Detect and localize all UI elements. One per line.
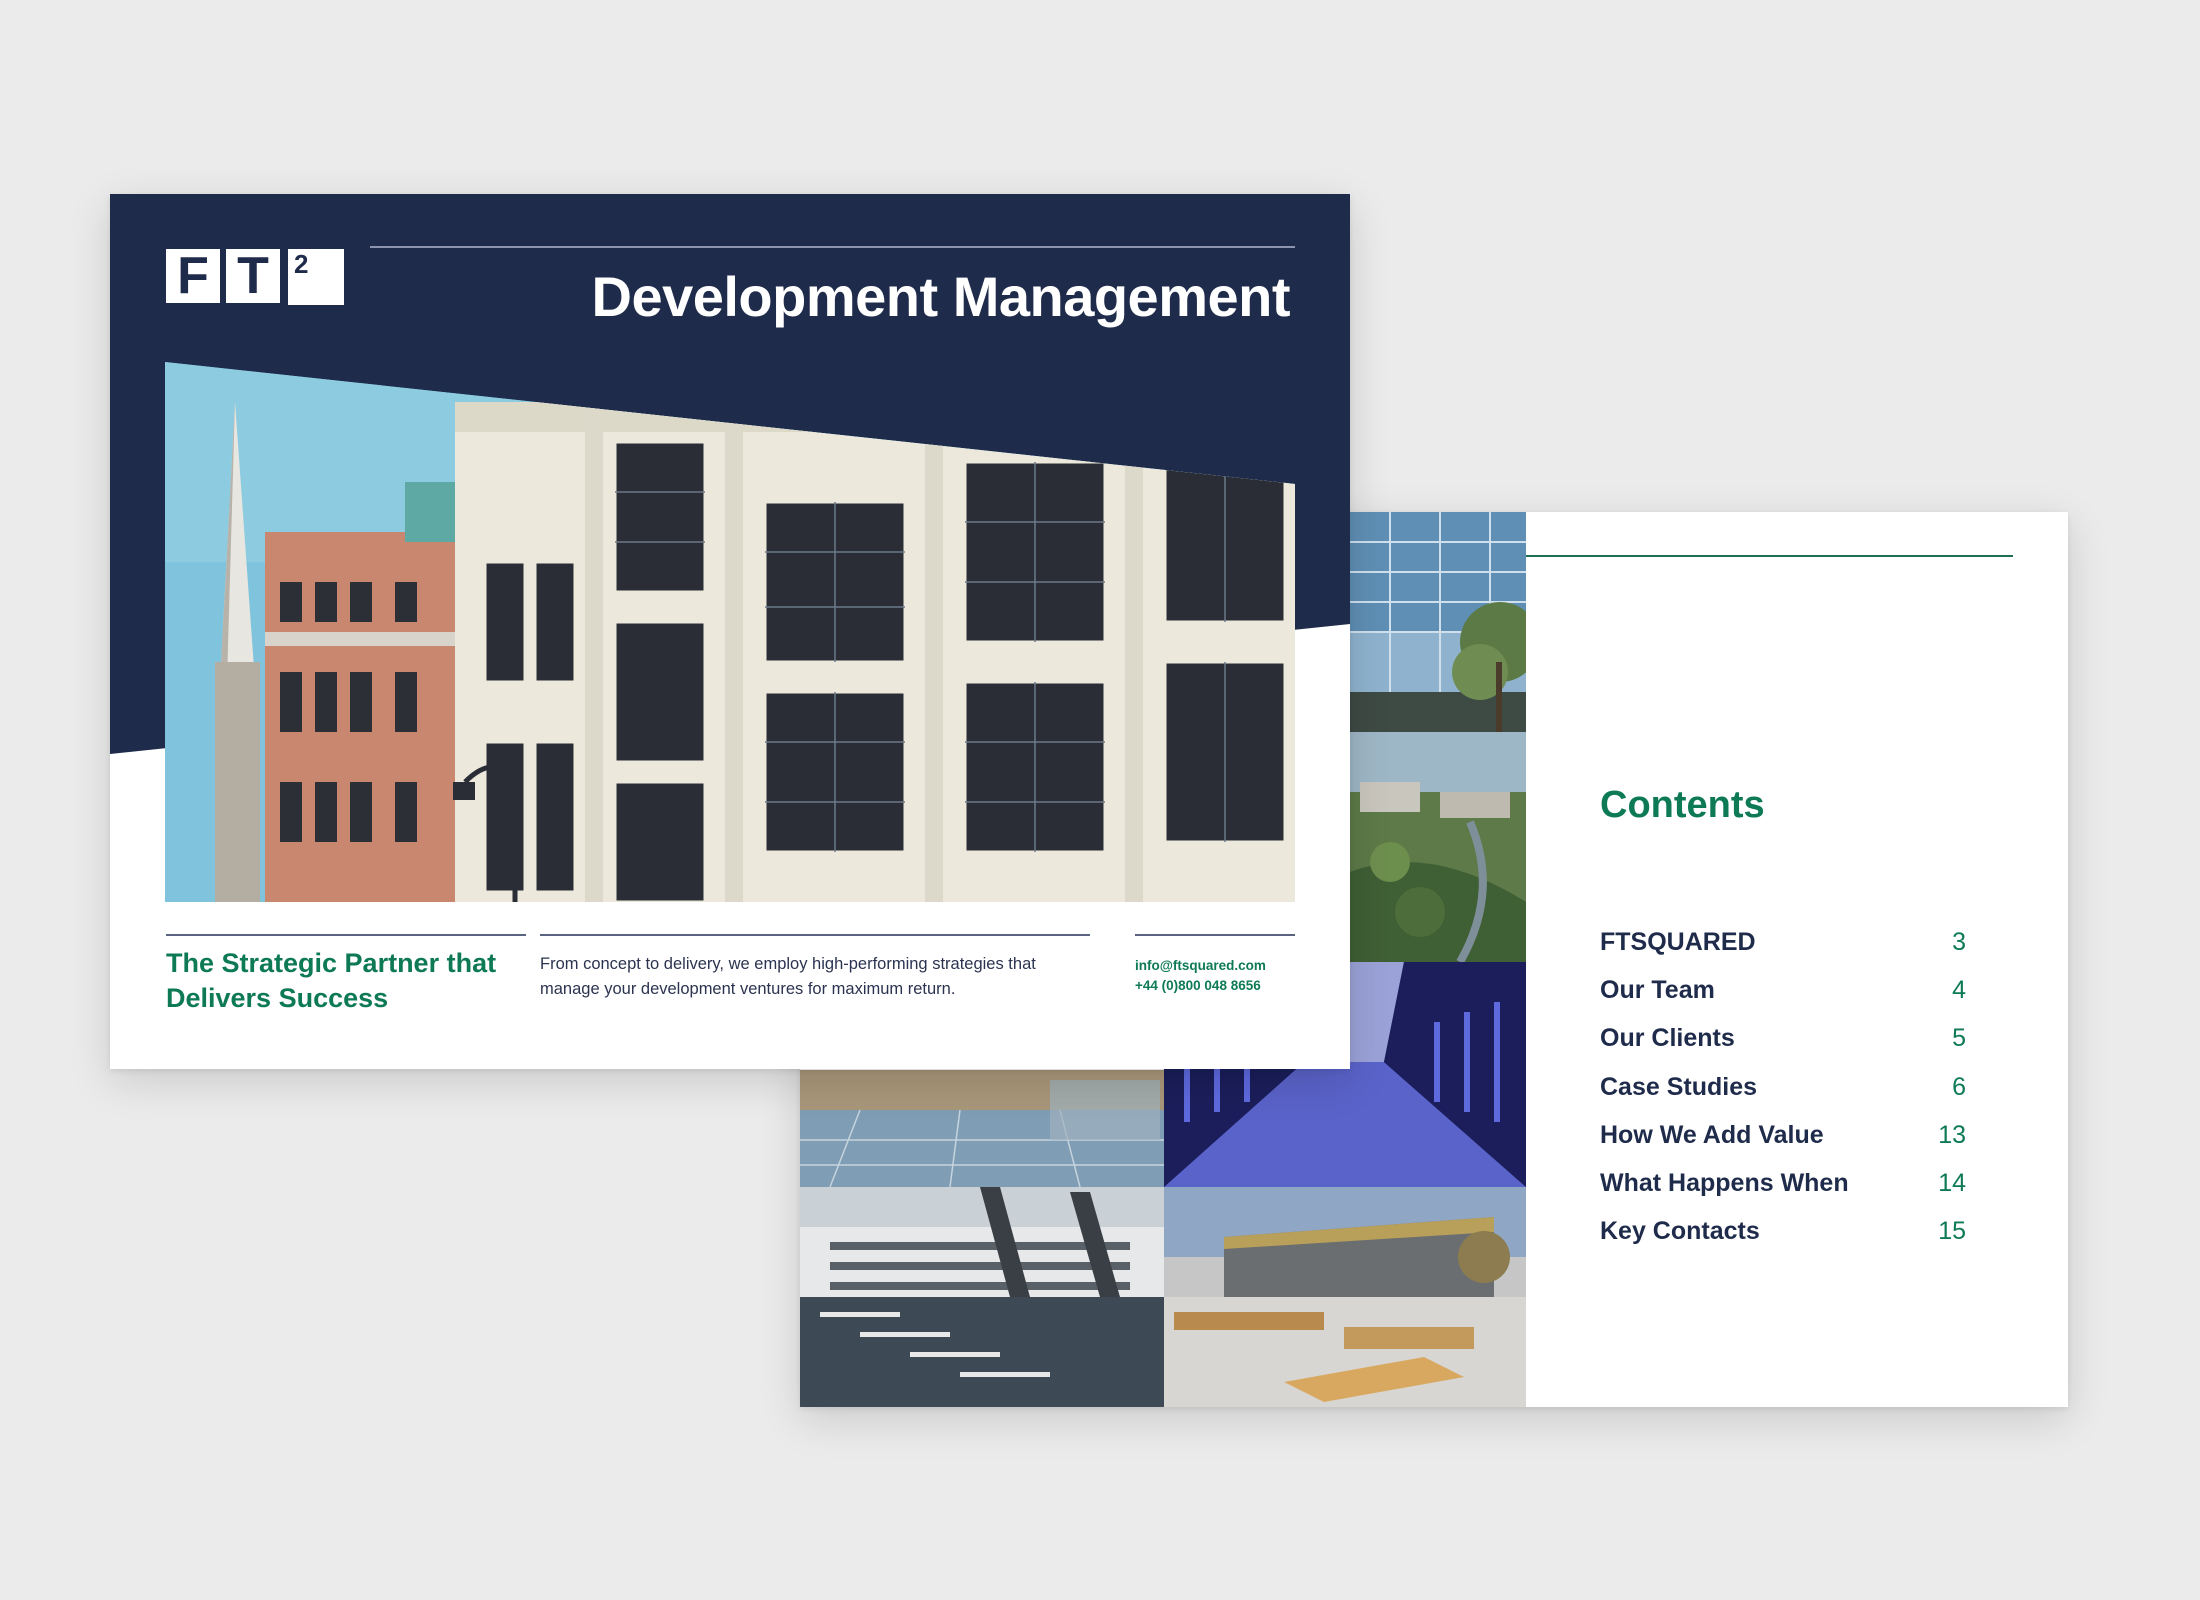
title-rule: [370, 246, 1295, 248]
footer-rule: [166, 934, 526, 936]
contents-rule: [1526, 555, 2013, 557]
photo-glass-tower: [1350, 512, 1526, 732]
footer-rule: [540, 934, 1090, 936]
logo-letter: F: [166, 249, 220, 303]
contents-item-page: 14: [1938, 1169, 1966, 1198]
cover-hero-photo: [165, 362, 1295, 902]
contents-item-label: Case Studies: [1600, 1072, 1758, 1101]
contents-item-page: 3: [1952, 927, 1966, 956]
ft2-logo: F T 2: [166, 249, 344, 305]
cover-tagline: The Strategic Partner that Delivers Succ…: [166, 948, 497, 1013]
contents-list: FTSQUARED 3 Our Team 4 Our Clients 5 Case S…: [1600, 918, 1966, 1256]
photo-roof-terrace: [1164, 1187, 1526, 1407]
contents-item-page: 13: [1938, 1120, 1966, 1149]
logo-square: 2: [288, 249, 344, 305]
contact-email[interactable]: info@ftsquared.com: [1135, 956, 1305, 976]
photo-waterfront-cranes: [800, 1187, 1164, 1407]
contents-item[interactable]: FTSQUARED 3: [1600, 918, 1966, 966]
photo-terrace-pool: [800, 1070, 1164, 1187]
logo-superscript: 2: [294, 249, 309, 279]
footer-rule: [1135, 934, 1295, 936]
contents-item-page: 6: [1952, 1072, 1966, 1101]
contents-item[interactable]: Key Contacts 15: [1600, 1208, 1966, 1256]
contents-item-label: Our Team: [1600, 975, 1715, 1004]
contact-phone[interactable]: +44 (0)800 048 8656: [1135, 976, 1305, 996]
contents-item[interactable]: Case Studies 6: [1600, 1063, 1966, 1111]
contents-title: Contents: [1600, 784, 1765, 826]
contents-item-label: FTSQUARED: [1600, 927, 1756, 956]
contents-item-label: How We Add Value: [1600, 1120, 1824, 1149]
contents-item[interactable]: What Happens When 14: [1600, 1159, 1966, 1207]
cover-blurb: From concept to delivery, we employ high…: [540, 955, 1036, 998]
contents-item-page: 15: [1938, 1217, 1966, 1246]
cover-title: Development Management: [591, 265, 1291, 328]
contents-item-page: 4: [1952, 975, 1966, 1004]
contents-item[interactable]: Our Clients 5: [1600, 1015, 1966, 1063]
contents-item[interactable]: Our Team 4: [1600, 966, 1966, 1014]
photo-aerial-estate: [1350, 732, 1526, 962]
logo-letter: T: [226, 249, 280, 303]
contents-item[interactable]: How We Add Value 13: [1600, 1111, 1966, 1159]
contents-item-label: What Happens When: [1600, 1169, 1849, 1198]
contents-item-page: 5: [1952, 1024, 1966, 1053]
brochure-cover: F T 2 Development Management The Strateg…: [110, 194, 1350, 1069]
contents-item-label: Our Clients: [1600, 1024, 1735, 1053]
contact-block: info@ftsquared.com +44 (0)800 048 8656: [1135, 956, 1305, 996]
contents-item-label: Key Contacts: [1600, 1217, 1760, 1246]
